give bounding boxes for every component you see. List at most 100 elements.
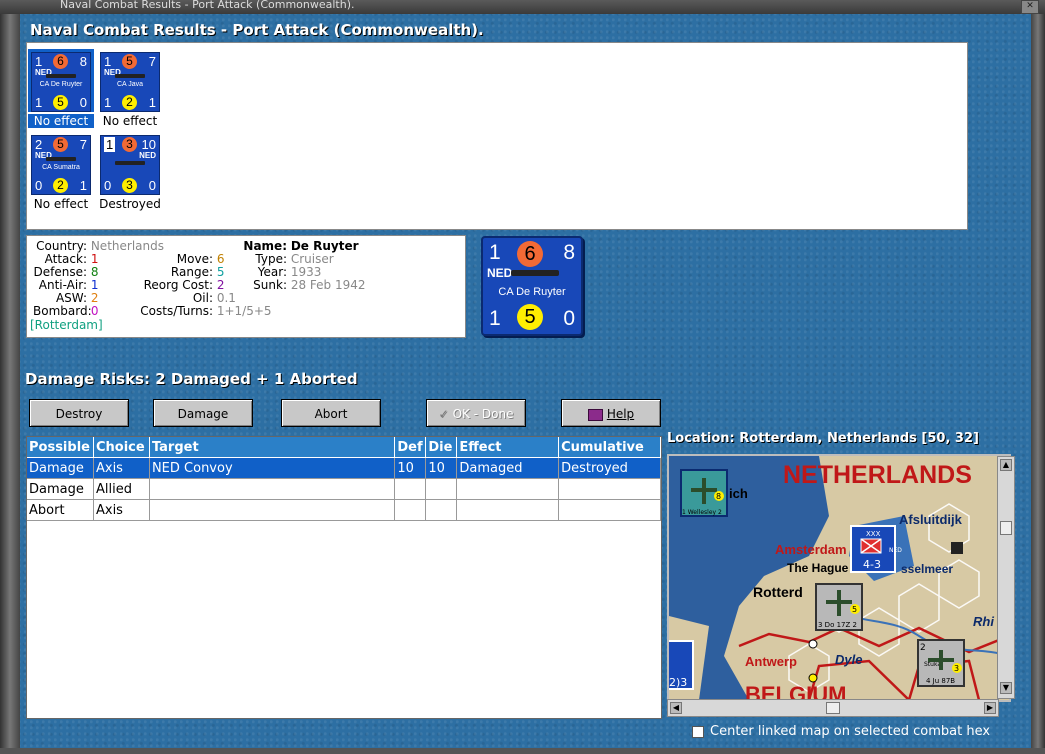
reorg-row: Reorg Cost: 2: [143, 278, 225, 292]
counter-tr: 7: [79, 137, 87, 152]
counter-name: CA De Ruyter: [498, 286, 566, 298]
map-label-dyle: Dyle: [835, 652, 862, 667]
close-icon[interactable]: ✕: [1021, 0, 1039, 14]
scroll-thumb[interactable]: [1000, 521, 1012, 535]
map-label-ijsselmeer: sselmeer: [901, 562, 953, 576]
damage-risks: Damage Risks: 2 Damaged + 1 Aborted: [25, 370, 358, 388]
ship-icon: [46, 157, 76, 161]
ok-done-button[interactable]: ✓ OK - Done: [426, 399, 526, 427]
col-def[interactable]: Def: [394, 437, 427, 458]
left-frame: [0, 14, 20, 754]
fortress-icon: [951, 542, 963, 554]
bombard-row: Bombard: 0: [33, 304, 99, 318]
counter-br: 1: [79, 178, 87, 193]
col-die[interactable]: Die: [425, 437, 458, 458]
counter-tl: 2: [35, 137, 43, 152]
counter-bottom: 2: [53, 178, 68, 193]
map-label-belgium: BELGIUM: [745, 682, 846, 700]
map-unit-partial-left[interactable]: 2)3: [669, 640, 694, 690]
bottom-frame: [0, 748, 1045, 754]
counter-br: 0: [79, 95, 87, 110]
map-horizontal-scrollbar[interactable]: ◀ ▶: [667, 699, 999, 717]
counter-tl: 1: [104, 54, 112, 69]
damage-button[interactable]: Damage: [153, 399, 253, 427]
counter-nation: NED: [139, 151, 156, 160]
col-choice[interactable]: Choice: [93, 437, 150, 458]
counter-attack: 3: [122, 137, 137, 152]
unit-result: No effect: [33, 197, 89, 211]
counter-tl: 1: [35, 54, 43, 69]
scroll-up-icon[interactable]: ▲: [1000, 459, 1012, 471]
svg-text:1 Wellesley 2: 1 Wellesley 2: [682, 509, 722, 516]
map-vertical-scrollbar[interactable]: ▲ ▼: [997, 456, 1015, 699]
ship-icon: [46, 74, 76, 78]
ship-icon: [115, 74, 145, 78]
svg-text:2: 2: [920, 643, 926, 653]
panel-title: Naval Combat Results - Port Attack (Comm…: [30, 21, 484, 39]
location-label: Location: Rotterdam, Netherlands [50, 32…: [667, 431, 979, 446]
map-label-netherlands: NETHERLANDS: [783, 461, 972, 489]
destroy-button[interactable]: Destroy: [29, 399, 129, 427]
year-row: Year: 1933: [257, 265, 322, 279]
scroll-right-icon[interactable]: ▶: [984, 702, 996, 714]
counter-attack: 5: [122, 54, 137, 69]
col-effect[interactable]: Effect: [456, 437, 560, 458]
unit-tile[interactable]: 2 5 7 NED CA Sumatra 0 2 1 No effect: [28, 135, 94, 211]
map-unit-stuka[interactable]: 2 Stuka 3 4 Ju 87B: [917, 639, 965, 687]
counter-bottom: 2: [122, 95, 137, 110]
center-map-checkbox[interactable]: Center linked map on selected combat hex: [692, 724, 990, 739]
svg-text:XXX: XXX: [866, 530, 881, 538]
map-unit-ned-corps[interactable]: XXX NED 4-3: [850, 525, 902, 573]
country-row: Country: Netherlands: [36, 239, 164, 253]
help-button[interactable]: Help: [561, 399, 661, 427]
counter-name: CA Sumatra: [42, 164, 80, 171]
scroll-down-icon[interactable]: ▼: [1000, 682, 1012, 694]
city-dot: [808, 673, 818, 683]
costs-row: Costs/Turns: 1+1/5+5: [140, 304, 272, 318]
counter-nation: NED: [487, 266, 513, 280]
counter-tr: 7: [148, 54, 156, 69]
table-header-row: Possible Choice Target Def Die Effect Cu…: [27, 437, 661, 458]
selection-highlight: 1 6 8 NED CA De Ruyter 1 5 0: [28, 49, 94, 112]
counter-br: 1: [148, 95, 156, 110]
counter-bottom: 3: [122, 178, 137, 193]
scroll-left-icon[interactable]: ◀: [670, 702, 682, 714]
map-label-hague: The Hague: [787, 561, 849, 575]
unit-tile[interactable]: 1 6 8 NED CA De Ruyter 1 5 0 No effect: [28, 49, 94, 128]
unit-counter: 1 3 10 NED 0 3 0: [100, 135, 160, 195]
right-frame: [1031, 14, 1045, 754]
map-unit-wellesley[interactable]: 8 1 Wellesley 2: [680, 469, 728, 517]
unit-info-box: Country: Netherlands Attack: 1 Defense: …: [26, 235, 466, 338]
map-label-afsluitdijk: Afsluitdijk: [899, 512, 963, 527]
svg-text:4 Ju 87B: 4 Ju 87B: [926, 677, 955, 685]
map-label-rhine: Rhi: [973, 614, 994, 629]
unit-tile[interactable]: 1 5 7 NED CA Java 1 2 1 No effect: [97, 49, 163, 128]
table-row[interactable]: Damage Axis NED Convoy 10 10 Damaged Des…: [27, 457, 661, 479]
scroll-thumb[interactable]: [826, 702, 840, 714]
col-possible[interactable]: Possible: [27, 437, 94, 458]
asw-row: ASW: 2: [55, 291, 99, 305]
counter-tr: 8: [79, 54, 87, 69]
move-row: Move: 6: [176, 252, 225, 266]
counter-attack: 5: [53, 137, 68, 152]
window-titlebar: Naval Combat Results - Port Attack (Comm…: [0, 0, 1045, 14]
table-row[interactable]: Damage Allied: [27, 478, 661, 500]
map-unit-do17[interactable]: 5 3 Do 17Z 2: [815, 583, 863, 631]
counter-bl: 1: [35, 95, 43, 110]
svg-text:4-3: 4-3: [863, 558, 881, 571]
col-cumulative[interactable]: Cumulative: [558, 437, 661, 458]
defense-row: Defense: 8: [33, 265, 99, 279]
counter-name: CA De Ruyter: [39, 81, 83, 88]
counter-bl: 0: [35, 178, 43, 193]
svg-text:8: 8: [716, 492, 721, 501]
checkbox-box[interactable]: [692, 725, 704, 738]
unit-counter: 1 6 8 NED CA De Ruyter 1 5 0: [31, 52, 91, 112]
counter-tr: 10: [141, 137, 156, 152]
linked-map[interactable]: NETHERLANDS Afsluitdijk Amsterdam The Ha…: [667, 454, 1011, 702]
abort-button[interactable]: Abort: [281, 399, 381, 427]
name-row: Name: De Ruyter: [243, 239, 359, 253]
table-row[interactable]: Abort Axis: [27, 499, 661, 521]
unit-result: Destroyed: [99, 197, 161, 211]
unit-tile[interactable]: 1 3 10 NED 0 3 0 Destroyed: [97, 135, 163, 211]
col-target[interactable]: Target: [149, 437, 396, 458]
